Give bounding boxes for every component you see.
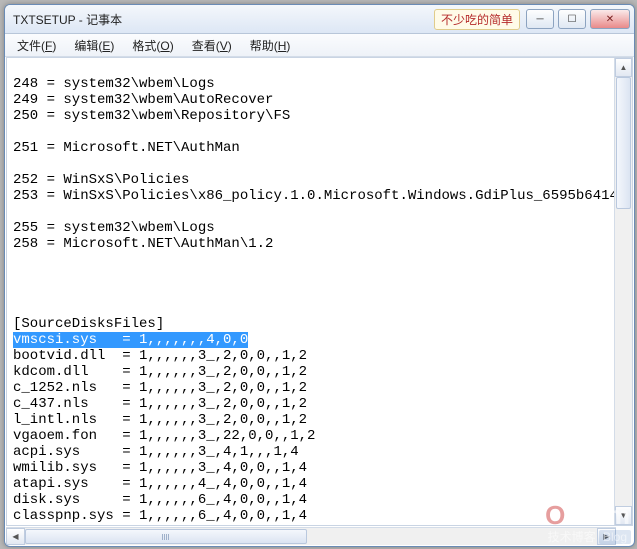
- vertical-scrollbar[interactable]: ▲ ▼: [614, 58, 632, 525]
- editor-frame: 248 = system32\wbem\Logs 249 = system32\…: [6, 57, 633, 526]
- maximize-icon: ☐: [568, 14, 577, 25]
- close-button[interactable]: ✕: [590, 9, 630, 29]
- close-icon: ✕: [606, 14, 614, 25]
- titlebar-badge: 不少吃的简单: [434, 9, 520, 30]
- maximize-button[interactable]: ☐: [558, 9, 586, 29]
- notepad-window: TXTSETUP - 记事本 不少吃的简单 ─ ☐ ✕ 文件(F) 编辑(E) …: [4, 4, 635, 547]
- chevron-up-icon: ▲: [620, 63, 628, 72]
- menu-help[interactable]: 帮助(H): [242, 35, 299, 56]
- chevron-left-icon: ◀: [12, 532, 18, 541]
- text-after: bootvid.dll = 1,,,,,,3_,2,0,0,,1,2 kdcom…: [13, 348, 315, 525]
- titlebar[interactable]: TXTSETUP - 记事本 不少吃的简单 ─ ☐ ✕: [5, 5, 634, 34]
- window-buttons: ─ ☐ ✕: [526, 9, 630, 29]
- scroll-right-button[interactable]: ▶: [597, 528, 616, 545]
- horizontal-scroll-thumb[interactable]: [25, 529, 307, 544]
- menu-format[interactable]: 格式(O): [124, 35, 181, 56]
- menubar: 文件(F) 编辑(E) 格式(O) 查看(V) 帮助(H): [5, 34, 634, 57]
- minimize-icon: ─: [536, 14, 543, 25]
- text-selection: vmscsi.sys = 1,,,,,,,4,0,0: [13, 332, 248, 348]
- menu-view[interactable]: 查看(V): [184, 35, 240, 56]
- horizontal-scrollbar[interactable]: ◀ ▶: [6, 527, 616, 545]
- menu-edit[interactable]: 编辑(E): [66, 35, 122, 56]
- menu-file[interactable]: 文件(F): [9, 35, 64, 56]
- text-before: 248 = system32\wbem\Logs 249 = system32\…: [13, 76, 632, 332]
- grip-icon: [162, 534, 170, 540]
- vertical-scroll-thumb[interactable]: [616, 77, 631, 209]
- text-area[interactable]: 248 = system32\wbem\Logs 249 = system32\…: [7, 58, 632, 525]
- scroll-up-button[interactable]: ▲: [615, 58, 632, 77]
- scroll-down-button[interactable]: ▼: [615, 506, 632, 525]
- scroll-left-button[interactable]: ◀: [6, 528, 25, 545]
- minimize-button[interactable]: ─: [526, 9, 554, 29]
- chevron-right-icon: ▶: [603, 532, 609, 541]
- window-title: TXTSETUP - 记事本: [13, 11, 434, 28]
- chevron-down-icon: ▼: [620, 511, 628, 520]
